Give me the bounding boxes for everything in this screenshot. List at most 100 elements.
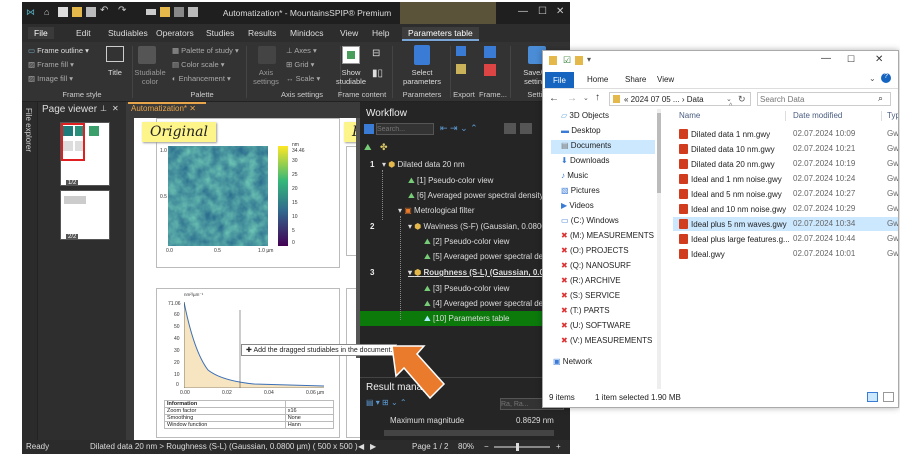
ribbon-expand-icon[interactable]: ⌄ <box>869 74 876 83</box>
select-parameters-button[interactable]: Select parameters <box>398 68 446 86</box>
file-row[interactable]: Dilated data 20 nm.gwy 02.07.2024 10:19 Gw… <box>673 157 898 171</box>
menu-results[interactable]: Results <box>242 27 282 39</box>
zoom-out-icon[interactable]: − <box>484 442 489 451</box>
close-panel-icon[interactable]: ✕ <box>112 104 119 113</box>
explorer-minimize-icon[interactable]: — <box>821 53 831 64</box>
frame-layout-icon[interactable]: ⊟ <box>372 48 380 59</box>
page-prev-icon[interactable]: ◀ <box>358 442 364 451</box>
new-doc-icon[interactable] <box>58 7 68 17</box>
workflow-tool2-icon[interactable] <box>520 123 532 134</box>
frame-delete-icon[interactable] <box>484 64 496 76</box>
menu-studies[interactable]: Studies <box>200 27 240 39</box>
file-row-selected[interactable]: Ideal plus 5 nm waves.gwy 02.07.2024 10:3… <box>673 217 898 231</box>
workflow-tool-icon[interactable] <box>504 123 516 134</box>
nav-item-desktop[interactable]: ▬ Desktop <box>561 126 601 135</box>
back-arrow-icon[interactable]: ← <box>549 93 559 104</box>
workflow-item-pseudo-color-2[interactable]: ⛰ [2] Pseudo-color view <box>424 237 509 247</box>
workflow-search-input[interactable] <box>376 123 434 135</box>
folder-icon[interactable] <box>160 7 170 17</box>
file-row[interactable]: Ideal and 1 nm noise.gwy 02.07.2024 10:24… <box>673 172 898 186</box>
explorer-tab-file[interactable]: File <box>545 72 574 88</box>
refresh-icon[interactable]: ↻ <box>738 94 746 105</box>
nav-item-c-drive[interactable]: ▭ (C:) Windows <box>561 216 619 225</box>
scale-button[interactable]: ↔ Scale ▾ <box>286 74 320 83</box>
result-scrollbar[interactable] <box>384 430 554 436</box>
workflow-item-pseudo-color-3[interactable]: ⛰ [3] Pseudo-color view <box>424 284 509 294</box>
new-folder-icon[interactable] <box>575 56 583 65</box>
page-thumbnail-1[interactable] <box>60 122 110 186</box>
document-tab[interactable]: Automatization* ✕ <box>128 102 206 115</box>
file-row[interactable]: Dilated data 1 nm.gwy 02.07.2024 10:09 Gwy <box>673 127 898 141</box>
explorer-search-input[interactable] <box>760 94 870 104</box>
nav-item-m-drive[interactable]: ✖ (M:) MEASUREMENTS <box>561 231 654 240</box>
frame-icon[interactable] <box>484 46 496 58</box>
axis-settings-button[interactable]: Axis settings <box>250 68 282 86</box>
show-studiable-button[interactable]: Show studiable <box>334 68 368 86</box>
nav-item-u-drive[interactable]: ✖ (U:) SOFTWARE <box>561 321 631 330</box>
menu-minidocs[interactable]: Minidocs <box>284 27 330 39</box>
up-arrow-icon[interactable]: ↑ <box>595 92 600 103</box>
maximize-icon[interactable]: ☐ <box>538 6 547 17</box>
file-row[interactable]: Ideal and 5 nm noise.gwy 02.07.2024 10:27… <box>673 187 898 201</box>
workflow-item-psd-4[interactable]: ⛰ [4] Averaged power spectral density <box>424 299 560 309</box>
file-row[interactable]: Dilated data 10 nm.gwy 02.07.2024 10:21 Gw… <box>673 142 898 156</box>
column-header-date[interactable]: Date modified <box>793 111 842 120</box>
page-next-icon[interactable]: ▶ <box>370 442 376 451</box>
menu-file[interactable]: File <box>28 27 54 39</box>
palette-of-study-button[interactable]: ▦ Palette of study ▾ <box>172 46 239 55</box>
minimize-icon[interactable]: — <box>518 6 528 17</box>
nav-item-t-drive[interactable]: ✖ (T:) PARTS <box>561 306 610 315</box>
tab-close-icon[interactable]: ✕ <box>189 104 196 113</box>
nav-item-documents[interactable]: ▤ Documents <box>561 141 611 150</box>
nav-item-o-drive[interactable]: ✖ (O:) PROJECTS <box>561 246 629 255</box>
menu-edit[interactable]: Edit <box>70 27 97 39</box>
home-icon[interactable]: ⌂ <box>44 7 54 17</box>
menu-parameters-table[interactable]: Parameters table <box>402 27 479 41</box>
image-fill-button[interactable]: ▨ Image fill ▾ <box>28 74 73 83</box>
nav-item-q-drive[interactable]: ✖ (Q:) NANOSURF <box>561 261 631 270</box>
open-folder-icon[interactable] <box>72 7 82 17</box>
file-row[interactable]: Ideal.gwy 02.07.2024 10:01 Gwy <box>673 247 898 261</box>
nav-item-pictures[interactable]: ▧ Pictures <box>561 186 600 195</box>
axes-button[interactable]: ⊥ Axes ▾ <box>286 46 317 55</box>
workflow-item-psd-6[interactable]: ⛰ [6] Averaged power spectral density <box>408 191 544 201</box>
menu-studiables[interactable]: Studiables <box>102 27 154 39</box>
workflow-item-pseudo-color-1[interactable]: ⛰ [1] Pseudo-color view <box>408 176 493 186</box>
frame-fill-button[interactable]: ▨ Frame fill ▾ <box>28 60 74 69</box>
explorer-tab-view[interactable]: View <box>649 74 682 85</box>
nav-item-downloads[interactable]: ⬇ Downloads <box>561 156 610 165</box>
workflow-item-dilated-data[interactable]: ▾ ⬢ Dilated data 20 nm <box>382 160 465 169</box>
explorer-search-box[interactable]: ⌕ <box>757 92 891 106</box>
workflow-add-icon[interactable] <box>364 124 374 134</box>
color-scale-button[interactable]: ▤ Color scale ▾ <box>172 60 225 69</box>
export-icon[interactable] <box>456 46 466 56</box>
address-dropdown-icon[interactable]: ⌄ <box>726 95 732 103</box>
breadcrumb-item[interactable]: 2024 07 05 ... <box>631 95 680 104</box>
title-button[interactable]: Title <box>102 68 128 77</box>
workflow-item-metrological-filter[interactable]: ▾ ▣ Metrological filter <box>398 206 475 215</box>
pin-icon[interactable]: ⊥ <box>100 104 107 113</box>
grid-button[interactable]: ⊞ Grid ▾ <box>286 60 314 69</box>
details-view-icon[interactable] <box>867 392 878 402</box>
nav-item-3d-objects[interactable]: ▱ 3D Objects <box>561 111 609 120</box>
enhancement-button[interactable]: ◐ Enhancement ▾ <box>172 74 231 83</box>
nav-item-r-drive[interactable]: ✖ (R:) ARCHIVE <box>561 276 621 285</box>
column-header-type[interactable]: Typ <box>887 111 898 120</box>
explorer-close-icon[interactable]: ✕ <box>875 54 883 65</box>
nav-item-v-drive[interactable]: ✖ (V:) MEASUREMENTS <box>561 336 652 345</box>
menu-help[interactable]: Help <box>366 27 395 39</box>
menu-operators[interactable]: Operators <box>150 27 200 39</box>
explorer-maximize-icon[interactable]: ☐ <box>847 54 855 65</box>
forward-arrow-icon[interactable]: → <box>567 93 577 104</box>
studiable-color-button[interactable]: Studiable color <box>132 68 168 86</box>
menu-view[interactable]: View <box>334 27 364 39</box>
page-thumbnail-2[interactable] <box>60 190 110 240</box>
print-icon[interactable] <box>146 9 156 15</box>
workflow-item-parameters-table[interactable]: ⛰ [10] Parameters table <box>424 314 509 324</box>
quick-access-dropdown-icon[interactable]: ▾ <box>587 55 591 64</box>
layout-icon[interactable] <box>188 7 198 17</box>
export-image-icon[interactable] <box>456 64 466 74</box>
nav-item-s-drive[interactable]: ✖ (S:) SERVICE <box>561 291 620 300</box>
large-icons-view-icon[interactable] <box>883 392 894 402</box>
close-icon[interactable]: ✕ <box>556 6 564 17</box>
